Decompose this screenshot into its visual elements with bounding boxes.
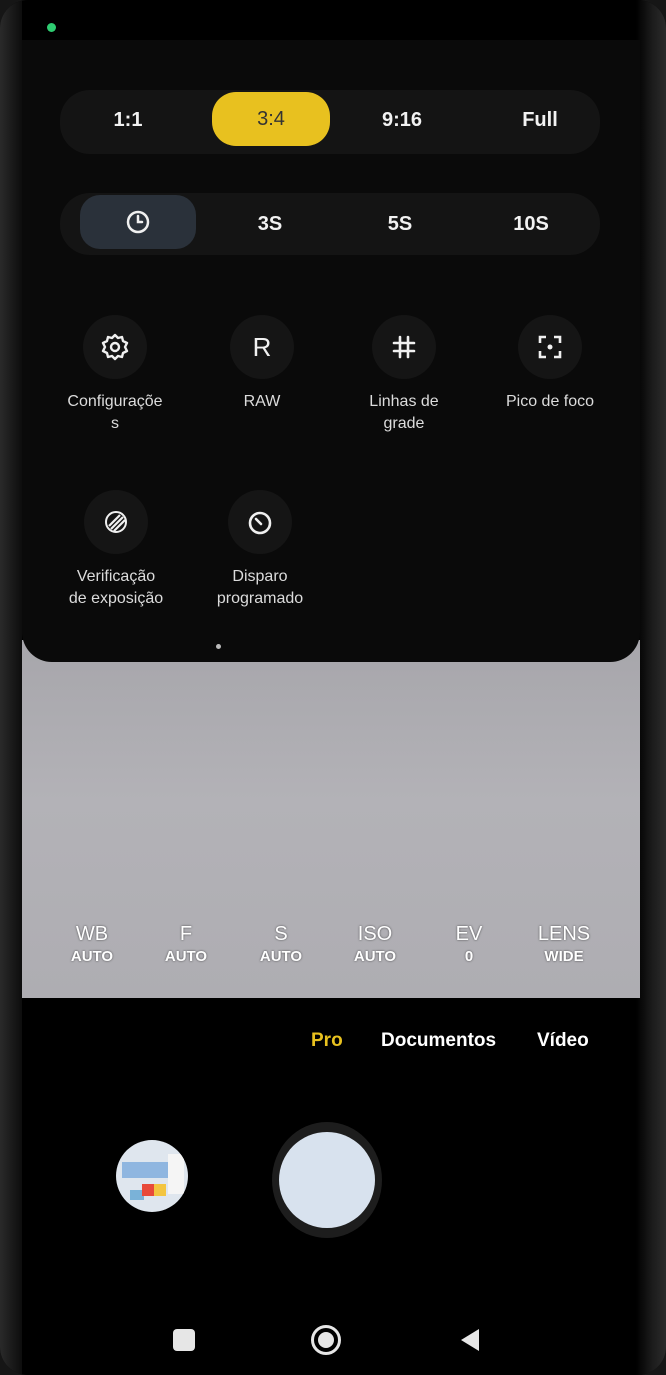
param-wb[interactable]: WB AUTO bbox=[62, 922, 122, 968]
focus-peaking-icon bbox=[518, 315, 582, 379]
param-lens-value: WIDE bbox=[544, 948, 584, 965]
param-s-value: AUTO bbox=[259, 948, 303, 965]
exposure-check-label: Verificação de exposição bbox=[68, 568, 164, 607]
back-icon bbox=[461, 1329, 479, 1351]
param-ev-key: EV bbox=[455, 923, 483, 945]
ratio-1-1-button[interactable]: 1:1 bbox=[82, 100, 174, 140]
back-button[interactable] bbox=[448, 1318, 492, 1362]
home-button[interactable] bbox=[304, 1318, 348, 1362]
timed-shot-tool[interactable]: Disparo programado bbox=[200, 490, 320, 610]
focus-peaking-tool[interactable]: Pico de foco bbox=[490, 315, 610, 413]
recent-apps-button[interactable] bbox=[162, 1318, 206, 1362]
raw-label: RAW bbox=[243, 393, 281, 410]
gallery-thumbnail[interactable] bbox=[116, 1140, 188, 1212]
timed-shot-label: Disparo programado bbox=[216, 568, 304, 607]
mode-pro[interactable]: Pro bbox=[311, 1030, 343, 1052]
ratio-full-button[interactable]: Full bbox=[508, 100, 572, 140]
grid-icon bbox=[372, 315, 436, 379]
home-icon bbox=[311, 1325, 341, 1355]
raw-tool[interactable]: R RAW bbox=[226, 315, 298, 413]
param-wb-key: WB bbox=[75, 923, 109, 945]
param-f[interactable]: F AUTO bbox=[156, 922, 216, 968]
param-s-key: S bbox=[274, 923, 288, 945]
ratio-9-16-button[interactable]: 9:16 bbox=[372, 100, 432, 140]
param-ev[interactable]: EV 0 bbox=[439, 922, 499, 968]
camera-indicator-dot bbox=[47, 23, 56, 32]
recent-apps-icon bbox=[173, 1329, 195, 1351]
exposure-check-tool[interactable]: Verificação de exposição bbox=[52, 490, 180, 610]
camera-app-screen: 1:1 3:4 9:16 Full 3S 5S 10S Configuraçõe… bbox=[0, 0, 666, 1375]
raw-icon: R bbox=[230, 315, 294, 379]
ratio-3-4-button[interactable]: 3:4 bbox=[212, 92, 330, 146]
param-ev-value: 0 bbox=[464, 948, 474, 965]
focus-peaking-label: Pico de foco bbox=[505, 393, 595, 410]
shutter-icon bbox=[279, 1132, 375, 1228]
phone-bezel-right bbox=[636, 0, 666, 1375]
exposure-check-icon bbox=[84, 490, 148, 554]
timer-off-button[interactable] bbox=[80, 195, 196, 249]
timer-10s-button[interactable]: 10S bbox=[500, 206, 562, 242]
param-f-key: F bbox=[179, 923, 193, 945]
clock-icon bbox=[126, 210, 150, 234]
timer-3s-button[interactable]: 3S bbox=[248, 206, 292, 242]
param-f-value: AUTO bbox=[164, 948, 208, 965]
param-s[interactable]: S AUTO bbox=[251, 922, 311, 968]
mode-documents[interactable]: Documentos bbox=[381, 1030, 496, 1052]
param-iso-value: AUTO bbox=[353, 948, 397, 965]
grid-lines-tool[interactable]: Linhas de grade bbox=[356, 315, 452, 435]
param-iso-key: ISO bbox=[357, 923, 393, 945]
settings-label: Configuraçõe s bbox=[67, 393, 163, 432]
grid-lines-label: Linhas de grade bbox=[369, 393, 439, 432]
phone-bezel-left bbox=[0, 0, 22, 1375]
shutter-button[interactable] bbox=[272, 1122, 382, 1238]
timer-icon bbox=[228, 490, 292, 554]
param-lens[interactable]: LENS WIDE bbox=[534, 922, 594, 968]
page-indicator-dot bbox=[216, 644, 221, 649]
param-iso[interactable]: ISO AUTO bbox=[345, 922, 405, 968]
timer-5s-button[interactable]: 5S bbox=[378, 206, 422, 242]
param-wb-value: AUTO bbox=[70, 948, 114, 965]
gear-icon bbox=[83, 315, 147, 379]
mode-video[interactable]: Vídeo bbox=[537, 1030, 589, 1052]
param-lens-key: LENS bbox=[537, 923, 591, 945]
settings-tool[interactable]: Configuraçõe s bbox=[52, 315, 178, 435]
